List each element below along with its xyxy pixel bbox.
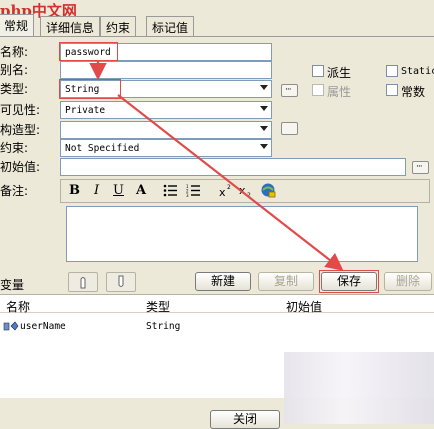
annotation-arrows — [89, 61, 344, 271]
